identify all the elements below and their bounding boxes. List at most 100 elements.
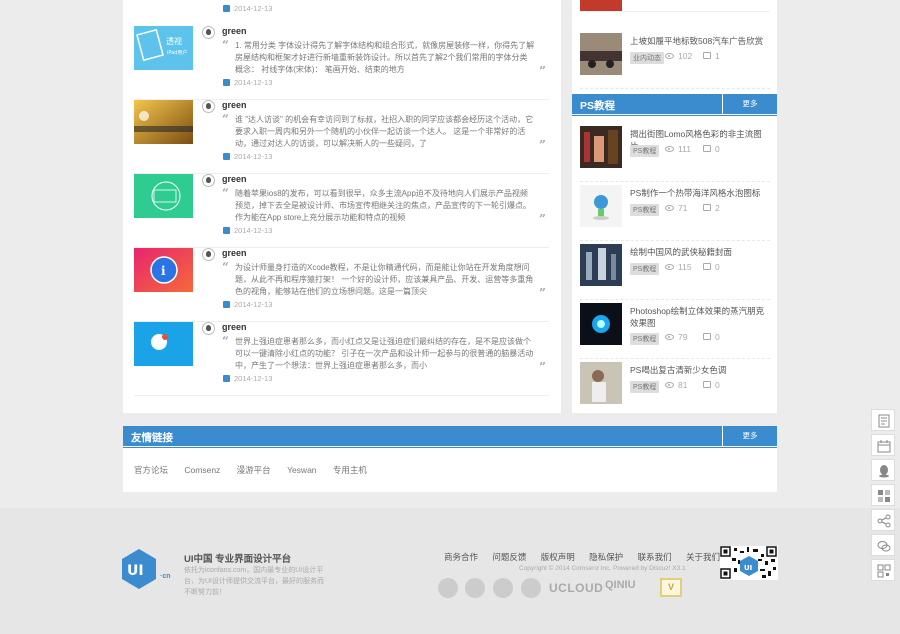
friend-links-panel: 友情链接 更多 官方论坛 Comsenz 漫游平台 Yeswan 专用主机 [123, 426, 777, 492]
post-excerpt[interactable]: 世界上强迫症患者那么多，而小红点又是让强迫症们最纠结的存在，是不是应该做个可以一… [235, 336, 535, 372]
list-item[interactable]: i green “ 为设计师量身打造的Xcode教程，不是让你精通代码，而是能让… [134, 248, 549, 322]
post-title[interactable]: 绘制中国风的武侠秘籍封面 [630, 246, 770, 258]
share-button[interactable] [871, 509, 895, 531]
post-thumbnail[interactable] [580, 185, 622, 227]
category-tag[interactable]: PS教程 [630, 333, 660, 345]
post-excerpt[interactable]: 谁 "达人访谈" 的机会有幸访问到了标叔，社招入职的同学应该都会经历这个活动，它… [235, 114, 535, 150]
open-quote-icon: “ [222, 260, 229, 274]
section-header: 友情链接 更多 [123, 426, 777, 446]
friend-link[interactable]: 专用主机 [333, 465, 367, 475]
post-title[interactable]: Photoshop绘制立体效果的蒸汽朋克效果图 [630, 305, 770, 329]
list-item[interactable]: Photoshop绘制立体效果的蒸汽朋克效果图 PS教程 79 0 [580, 303, 770, 359]
post-thumbnail[interactable] [134, 174, 193, 218]
footer-link[interactable]: 版权声明 [541, 552, 575, 562]
post-excerpt[interactable]: 1. 常用分类 字体设计得先了解字体结构和组合形式，就像房屋装修一样，你得先了解… [235, 40, 535, 76]
footer-link[interactable]: 联系我们 [638, 552, 672, 562]
calendar-button[interactable] [871, 434, 895, 456]
category-tag[interactable]: PS教程 [630, 204, 660, 216]
list-item[interactable] [580, 0, 770, 12]
post-thumbnail[interactable] [580, 0, 622, 11]
wechat-button[interactable] [871, 534, 895, 556]
post-thumbnail[interactable] [580, 362, 622, 404]
list-item[interactable]: green “ 随着苹果ios8的发布，可以看到很早，众多主流App迫不及待地向… [134, 174, 549, 248]
qrcode-icon [877, 564, 891, 578]
author-name[interactable]: green [222, 248, 247, 258]
comment-count: 0 [703, 144, 720, 154]
author-name[interactable]: green [222, 174, 247, 184]
section-header: PS教程 更多 [572, 94, 777, 114]
friend-link[interactable]: 漫游平台 [237, 465, 271, 475]
more-link[interactable]: 更多 [722, 426, 777, 446]
avatar[interactable] [202, 248, 215, 261]
post-thumbnail[interactable] [580, 33, 622, 75]
avatar[interactable] [202, 174, 215, 187]
avatar[interactable] [202, 322, 215, 335]
more-link[interactable]: 更多 [722, 94, 777, 114]
brand-title: UI中国 专业界面设计平台 [184, 554, 292, 565]
feedback-button[interactable] [871, 409, 895, 431]
list-item[interactable]: PS喝出复古清新少女色调 PS教程 81 0 [580, 362, 770, 418]
post-title[interactable]: PS制作一个热带海洋风格水泡图标 [630, 187, 770, 199]
grid-button[interactable] [871, 484, 895, 506]
qq-button[interactable] [871, 459, 895, 481]
site-logo[interactable]: UI [121, 548, 157, 590]
post-thumbnail[interactable]: 透视 iPad用户 [134, 26, 193, 70]
open-quote-icon: “ [222, 112, 229, 126]
category-tag[interactable]: PS教程 [630, 263, 660, 275]
post-thumbnail[interactable] [580, 303, 622, 345]
footer-link[interactable]: 商务合作 [444, 552, 478, 562]
qrcode-button[interactable] [871, 559, 895, 581]
friend-link[interactable]: Comsenz [184, 465, 220, 475]
friend-link[interactable]: 官方论坛 [134, 465, 168, 475]
category-tag[interactable]: 业内动态 [630, 52, 664, 64]
calendar-icon [223, 79, 230, 86]
footer-link[interactable]: 隐私保护 [589, 552, 623, 562]
list-item[interactable]: 上坡如履平地标致508汽车广告欣赏 业内动态 102 1 [580, 33, 770, 89]
comment-count: 1 [703, 51, 720, 61]
list-item[interactable]: green “ 谁 "达人访谈" 的机会有幸访问到了标叔，社招入职的同学应该都会… [134, 100, 549, 174]
list-item[interactable]: PS制作一个热带海洋风格水泡图标 PS教程 71 2 [580, 185, 770, 241]
note-icon [878, 414, 890, 428]
qiniu-logo[interactable]: QINIU [605, 579, 636, 591]
post-title[interactable]: 上坡如履平地标致508汽车广告欣赏 [630, 35, 770, 47]
category-tag[interactable]: PS教程 [630, 381, 660, 393]
tencent-weibo-icon[interactable] [521, 578, 541, 598]
qq-icon [879, 465, 889, 478]
author-name[interactable]: green [222, 100, 247, 110]
post-excerpt[interactable]: 为设计师量身打造的Xcode教程，不是让你精通代码，而是能让你站在开发角度想问题… [235, 262, 535, 298]
friend-link[interactable]: Yeswan [287, 465, 316, 475]
post-thumbnail[interactable] [134, 322, 193, 366]
post-thumbnail[interactable] [134, 100, 193, 144]
post-excerpt[interactable]: 随着苹果ios8的发布，可以看到很早，众多主流App迫不及待地向人们展示产品视频… [235, 188, 535, 224]
post-title[interactable]: PS喝出复古清新少女色调 [630, 364, 770, 376]
close-quote-icon: ” [539, 286, 546, 300]
list-item[interactable]: green “ 世界上强迫症患者那么多，而小红点又是让强迫症们最纠结的存在，是不… [134, 322, 549, 396]
svg-text:iPad用户: iPad用户 [167, 49, 187, 56]
author-name[interactable]: green [222, 26, 247, 36]
close-quote-icon: ” [539, 138, 546, 152]
post-date: 2014-12-13 [223, 78, 272, 87]
list-item[interactable]: 透视 iPad用户 green “ 1. 常用分类 字体设计得先了解字体结构和组合… [134, 26, 549, 100]
post-date: 2014-12-13 [223, 374, 272, 383]
footer-link[interactable]: 问题反馈 [492, 552, 526, 562]
view-count: 81 [665, 380, 687, 390]
wechat-icon[interactable] [465, 578, 485, 598]
qzone-icon[interactable] [493, 578, 513, 598]
avatar[interactable] [202, 26, 215, 39]
list-item[interactable]: 揭出街图Lomo风格色彩的非主流图片 PS教程 111 0 [580, 126, 770, 182]
comment-count: 2 [703, 203, 720, 213]
post-date: 2014-12-13 [223, 226, 272, 235]
verified-badge[interactable]: V [660, 578, 682, 597]
author-name[interactable]: green [222, 322, 247, 332]
comment-count: 0 [703, 380, 720, 390]
ucloud-logo[interactable]: UCLOUD [549, 581, 603, 595]
avatar[interactable] [202, 100, 215, 113]
post-thumbnail[interactable]: i [134, 248, 193, 292]
footer-link[interactable]: 关于我们 [686, 552, 720, 562]
category-tag[interactable]: PS教程 [630, 145, 660, 157]
post-thumbnail[interactable] [580, 244, 622, 286]
footer-links: 商务合作 问题反馈 版权声明 隐私保护 联系我们 关于我们 [444, 551, 732, 563]
post-thumbnail[interactable] [580, 126, 622, 168]
list-item[interactable]: 绘制中国风的武侠秘籍封面 PS教程 115 0 [580, 244, 770, 300]
weibo-icon[interactable] [438, 578, 458, 598]
